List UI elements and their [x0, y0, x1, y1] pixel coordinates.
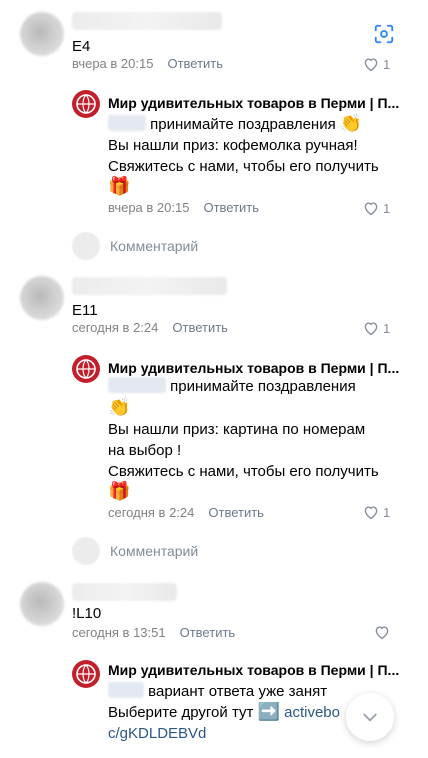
- reply-text: вариант ответа уже занят: [108, 681, 368, 702]
- gift-icon: 🎁: [108, 176, 131, 196]
- comment-input[interactable]: Комментарий: [72, 537, 198, 565]
- like-button[interactable]: 1: [362, 503, 390, 521]
- like-count: 1: [383, 56, 391, 72]
- comment-text: !L10: [72, 605, 102, 622]
- comment-meta: сегодня в 13:51 Ответить: [72, 625, 235, 640]
- comment-meta: вчера в 20:15 Ответить: [72, 56, 223, 71]
- prize-text: Вы нашли приз: кофемолка ручная!: [108, 137, 358, 154]
- comment-input[interactable]: Комментарий: [72, 232, 198, 260]
- clapping-hands-icon: 👏: [108, 397, 131, 417]
- reply-button[interactable]: Ответить: [167, 56, 223, 71]
- reply-meta: вчера в 20:15 Ответить: [108, 200, 259, 215]
- comment-time: сегодня в 13:51: [72, 625, 166, 640]
- user-name[interactable]: [72, 277, 227, 295]
- comment-meta: сегодня в 2:24 Ответить: [72, 320, 228, 335]
- mention-link[interactable]: [108, 377, 166, 393]
- prize-text-cont: на выбор !: [108, 442, 182, 459]
- external-link[interactable]: activebo: [284, 704, 340, 721]
- group-name[interactable]: Мир удивительных товаров в Перми | П...: [108, 662, 399, 678]
- chevron-down-icon: [363, 713, 377, 722]
- reply-button[interactable]: Ответить: [203, 200, 259, 215]
- mention-link[interactable]: [108, 682, 144, 698]
- comment-time: вчера в 20:15: [72, 56, 154, 71]
- reply-meta: сегодня в 2:24 Ответить: [108, 505, 264, 520]
- group-logo[interactable]: [72, 355, 100, 383]
- scroll-down-button[interactable]: [346, 693, 394, 741]
- like-count: 1: [383, 200, 391, 216]
- like-button[interactable]: 1: [362, 319, 390, 337]
- my-avatar: [72, 537, 100, 565]
- like-count: 1: [383, 504, 391, 520]
- reply-time: вчера в 20:15: [108, 200, 190, 215]
- user-avatar[interactable]: [20, 582, 64, 626]
- user-name[interactable]: [72, 12, 222, 30]
- like-button[interactable]: [373, 623, 394, 641]
- reply-button[interactable]: Ответить: [180, 625, 236, 640]
- scan-icon: [374, 24, 394, 44]
- group-name[interactable]: Мир удивительных товаров в Перми | П...: [108, 360, 399, 376]
- user-avatar[interactable]: [20, 12, 64, 56]
- group-name[interactable]: Мир удивительных товаров в Перми | П...: [108, 95, 399, 111]
- like-button[interactable]: 1: [362, 55, 390, 73]
- reply-text: принимайте поздравления 👏: [108, 114, 408, 135]
- reply-button[interactable]: Ответить: [172, 320, 228, 335]
- user-avatar[interactable]: [20, 276, 64, 320]
- like-count: 1: [383, 320, 391, 336]
- reply-time: сегодня в 2:24: [108, 505, 195, 520]
- heart-icon: [364, 58, 378, 72]
- contact-text: Свяжитесь с нами, чтобы его получить: [108, 158, 379, 175]
- user-name[interactable]: [72, 583, 177, 601]
- like-button[interactable]: 1: [362, 199, 390, 217]
- heart-icon: [364, 202, 378, 216]
- comment-text: E4: [72, 38, 91, 55]
- choose-text: Выберите другой тут ➡️ activebo: [108, 702, 340, 721]
- reply-button[interactable]: Ответить: [208, 505, 264, 520]
- comment-placeholder: Комментарий: [110, 543, 199, 559]
- right-arrow-icon: ➡️: [257, 702, 280, 721]
- clapping-hands-icon: 👏: [339, 113, 363, 133]
- heart-icon: [364, 322, 378, 336]
- reply-text: принимайте поздравления: [108, 376, 408, 397]
- contact-text: Свяжитесь с нами, чтобы его получить: [108, 463, 379, 480]
- group-logo[interactable]: [72, 90, 100, 118]
- heart-icon: [375, 626, 389, 640]
- comment-placeholder: Комментарий: [110, 238, 199, 254]
- prize-text: Вы нашли приз: картина по номерам: [108, 421, 366, 438]
- group-logo[interactable]: [72, 660, 100, 688]
- heart-icon: [364, 506, 378, 520]
- gift-icon: 🎁: [108, 481, 131, 501]
- comment-time: сегодня в 2:24: [72, 320, 159, 335]
- mention-link[interactable]: [108, 115, 146, 131]
- my-avatar: [72, 232, 100, 260]
- comment-text: E11: [72, 302, 98, 319]
- scan-button[interactable]: [370, 20, 398, 48]
- external-link-cont[interactable]: c/gKDLDEBVd: [108, 723, 206, 744]
